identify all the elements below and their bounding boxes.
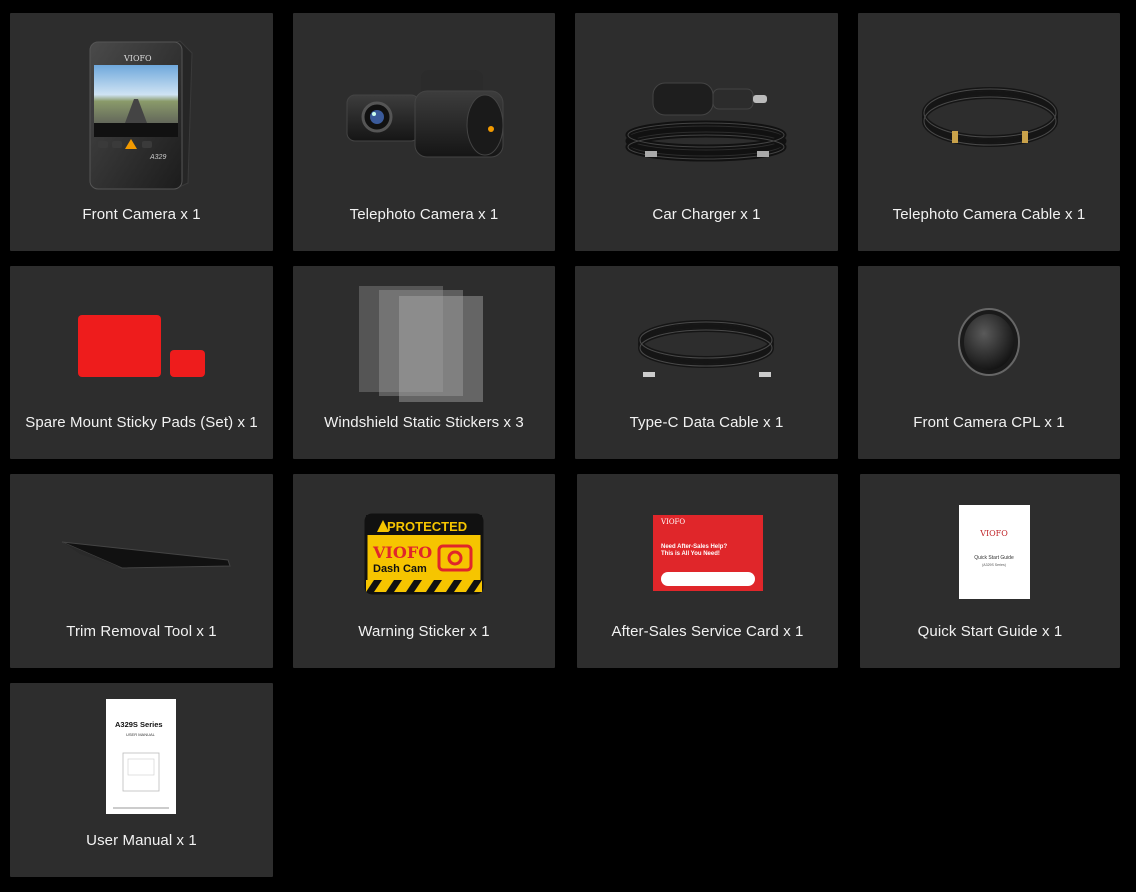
guide-title-text: Quick Start Guide [974,555,1014,561]
item-label: Quick Start Guide x 1 [917,623,1063,640]
item-card-car-charger: Car Charger x 1 [575,13,838,251]
item-label: Car Charger x 1 [652,206,761,223]
telephoto-cable-image [922,87,1058,147]
item-label: Warning Sticker x 1 [358,623,490,640]
front-camera-image: VIOFO A329 [89,40,193,190]
item-label: Type-C Data Cable x 1 [629,414,784,431]
camera-brand-text: VIOFO [123,54,152,63]
car-charger-image [625,82,787,162]
item-card-front-camera: VIOFO A329 Front Camera x 1 [10,13,273,251]
camera-model-text: A329 [149,154,166,161]
warning-sticker-image: PROTECTED VIOFO Dash Cam [364,513,484,595]
item-card-trim-removal-tool: Trim Removal Tool x 1 [10,474,273,668]
sticker-top-text: PROTECTED [387,519,467,534]
item-label: User Manual x 1 [86,832,197,849]
item-card-user-manual: A329S Series USER MANUAL User Manual x 1 [10,683,273,877]
item-label: Front Camera x 1 [82,206,201,223]
item-card-type-c-cable: Type-C Data Cable x 1 [575,266,838,459]
item-card-after-sales-card: VIOFO Need After-Sales Help? This is All… [577,474,838,668]
package-contents-grid: VIOFO A329 Front Camera x 1 Telephoto Ca… [0,0,1136,892]
item-label: Trim Removal Tool x 1 [66,623,217,640]
item-card-telephoto-camera-cable: Telephoto Camera Cable x 1 [858,13,1120,251]
trim-tool-image [61,541,231,569]
guide-brand-text: VIOFO [979,529,1008,538]
quick-start-guide-image: VIOFO Quick Start Guide (A329S Series) [959,505,1030,599]
card-line1-text: Need After-Sales Help? [661,544,727,550]
guide-sub-text: (A329S Series) [982,563,1006,567]
item-card-windshield-stickers: Windshield Static Stickers x 3 [293,266,555,459]
sticker-brand-text: VIOFO [372,543,432,562]
item-label: Spare Mount Sticky Pads (Set) x 1 [25,414,258,431]
item-label: Telephoto Camera x 1 [349,206,499,223]
card-brand-text: VIOFO [660,518,685,526]
telephoto-camera-image [346,70,504,158]
item-card-front-camera-cpl: Front Camera CPL x 1 [858,266,1120,459]
cpl-filter-image [958,308,1020,376]
item-label: Telephoto Camera Cable x 1 [892,206,1086,223]
item-card-quick-start-guide: VIOFO Quick Start Guide (A329S Series) Q… [860,474,1120,668]
item-label: Front Camera CPL x 1 [913,414,1065,431]
windshield-stickers-image [359,286,483,402]
card-line2-text: This is All You Need! [661,551,720,557]
service-card-image: VIOFO Need After-Sales Help? This is All… [653,515,763,591]
item-card-sticky-pads: Spare Mount Sticky Pads (Set) x 1 [10,266,273,459]
type-c-cable-image [638,320,774,377]
item-card-warning-sticker: PROTECTED VIOFO Dash Cam Warning Sticker… [293,474,555,668]
manual-title-text: USER MANUAL [126,732,156,737]
item-card-telephoto-camera: Telephoto Camera x 1 [293,13,555,251]
user-manual-image: A329S Series USER MANUAL [106,699,176,814]
manual-series-text: A329S Series [115,720,163,729]
item-label: After-Sales Service Card x 1 [611,623,804,640]
item-label: Windshield Static Stickers x 3 [324,414,524,431]
sticky-pads-image [78,315,205,377]
sticker-sub-text: Dash Cam [373,563,427,575]
